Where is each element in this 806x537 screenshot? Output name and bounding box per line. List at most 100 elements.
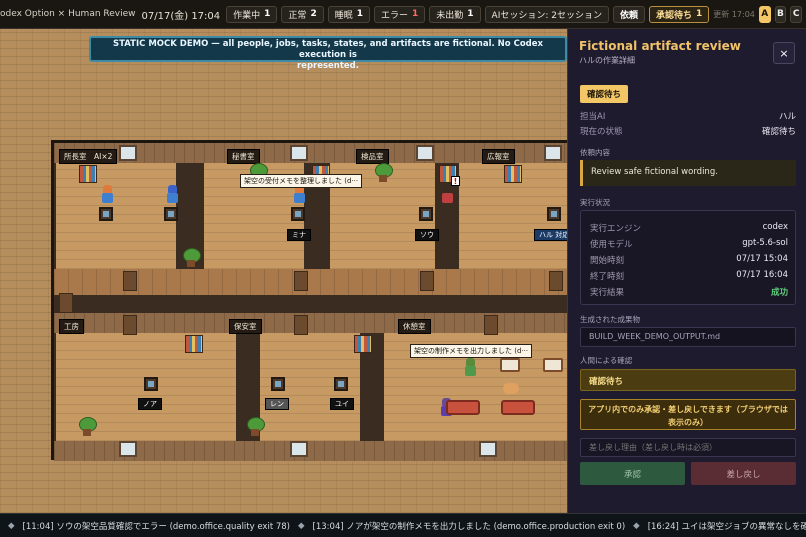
exec-row-start: 開始時刻 07/17 15:04 <box>590 254 788 266</box>
exec-status-box: 実行エンジン codex 使用モデル gpt-5.6-sol 開始時刻 07/17 1… <box>580 210 796 305</box>
updated-time: 更新 17:04 <box>713 9 755 19</box>
exec-key: 使用モデル <box>590 240 633 250</box>
view-c-button[interactable]: C <box>790 5 802 23</box>
sofa-icon <box>501 400 535 415</box>
reject-button[interactable]: 差し戻し <box>691 462 796 485</box>
door <box>294 271 308 291</box>
head <box>168 185 177 193</box>
top-bar: odex Option × Human Review 07/17(金) 17:0… <box>0 0 806 29</box>
room-label-security: 保安室 <box>229 319 262 334</box>
head <box>103 185 112 193</box>
plant-icon <box>182 248 201 268</box>
diamond-icon: ◆ <box>8 520 15 531</box>
status-chip-absent[interactable]: 未出勤 1 <box>429 5 481 23</box>
status-chip-working[interactable]: 作業中 1 <box>226 5 278 23</box>
request-button[interactable]: 依頼 <box>612 5 645 23</box>
approval-warning: アプリ内でのみ承認・差し戻しできます（ブラウザでは表示のみ） <box>580 399 796 430</box>
bookshelf-icon <box>504 165 522 183</box>
chip-label: 作業中 <box>233 10 261 21</box>
diamond-icon: ◆ <box>633 520 640 531</box>
approve-button[interactable]: 承認 <box>580 462 685 485</box>
worker-avatar[interactable] <box>101 185 113 203</box>
app-title: odex Option × Human Review <box>0 9 136 19</box>
nametag-haru[interactable]: ハル 対応 <box>534 229 567 241</box>
exec-key: 実行結果 <box>590 288 625 298</box>
request-section-label: 依頼内容 <box>580 148 610 157</box>
ai-session-label: AIセッション: 2セッション <box>491 10 602 21</box>
state-row: 現在の状態 確認待ち <box>580 125 796 137</box>
worker-avatar-sou[interactable] <box>441 185 453 203</box>
exec-row-result: 実行結果 成功 <box>590 286 788 298</box>
chip-count: 1 <box>467 9 474 19</box>
exec-value: gpt-5.6-sol <box>742 238 788 248</box>
nametag-mina[interactable]: ミナ <box>287 229 311 241</box>
alert-icon: ! <box>451 176 460 186</box>
room-label-lounge: 休憩室 <box>398 319 431 334</box>
view-b-button[interactable]: B <box>774 5 787 23</box>
event-ticker: ◆ [11:04] ソウの架空品質確認でエラー (demo.office.qual… <box>0 513 806 537</box>
bed-icon <box>500 358 520 372</box>
banner-line-1: STATIC MOCK DEMO — all people, jobs, tas… <box>112 39 544 60</box>
state-value: 確認待ち <box>761 127 796 137</box>
nametag-sou[interactable]: ソウ <box>415 229 439 241</box>
door <box>420 271 434 291</box>
nametag-yui[interactable]: ユイ <box>330 398 354 410</box>
exec-result-value: 成功 <box>770 288 788 298</box>
ticker-item: [11:04] ソウの架空品質確認でエラー (demo.office.quali… <box>22 521 290 532</box>
request-content: Review safe fictional wording. <box>580 160 796 186</box>
speech-bubble-production: 架空の制作メモを出力しました (d··· <box>410 344 533 358</box>
view-a-button[interactable]: A <box>758 5 771 23</box>
chip-label: エラー <box>380 10 408 21</box>
room-president-floor <box>56 163 176 269</box>
room-label-inspection: 検品室 <box>356 149 389 164</box>
pending-label: 承認待ち <box>656 10 693 21</box>
reject-reason-input[interactable] <box>580 438 796 457</box>
panel-title: Fictional artifact review <box>579 39 741 53</box>
assignee-label: 担当AI <box>580 112 606 122</box>
chip-label: 未出勤 <box>436 10 464 21</box>
desk-icon <box>547 207 561 221</box>
office-building: 所長室 AI×2 秘書室 検品室 広報室 工房 保安室 休憩室 ! 架空の受付メ… <box>51 140 567 461</box>
room-label-factory: 工房 <box>59 319 84 334</box>
assignee-value: ハル <box>778 112 796 122</box>
human-review-label: 人間による確認 <box>580 356 633 365</box>
ticker-item: [13:04] ノアが架空の制作メモを出力しました (demo.office.p… <box>312 521 626 532</box>
status-chip-error[interactable]: エラー 1 <box>373 5 426 23</box>
diamond-icon: ◆ <box>298 520 305 531</box>
head <box>466 358 475 366</box>
worker-avatar[interactable] <box>166 185 178 203</box>
bookshelf-icon <box>354 335 372 353</box>
window <box>290 145 308 161</box>
desk-icon <box>419 207 433 221</box>
chip-count: 1 <box>264 9 271 19</box>
status-chip-normal[interactable]: 正常 2 <box>281 5 324 23</box>
body <box>102 193 113 203</box>
nametag-noa[interactable]: ノア <box>138 398 162 410</box>
worker-avatar-noa-resting[interactable] <box>464 358 476 376</box>
desk-icon <box>291 207 305 221</box>
window <box>290 441 308 457</box>
state-label: 現在の状態 <box>580 127 623 137</box>
plant-icon <box>246 417 265 437</box>
body <box>167 193 178 203</box>
sofa-icon <box>446 400 480 415</box>
close-icon[interactable]: × <box>773 42 795 64</box>
window <box>544 145 562 161</box>
ticker-item: [16:24] ユイは架空ジョブの異常なしを確認しました (demo.offic… <box>647 521 806 532</box>
ai-session-chip[interactable]: AIセッション: 2セッション <box>484 5 609 23</box>
status-chip-sleep[interactable]: 睡眠 1 <box>327 5 370 23</box>
pending-count: 1 <box>696 9 703 19</box>
artifact-section-label: 生成された成果物 <box>580 315 640 324</box>
window <box>416 145 434 161</box>
exec-value: codex <box>762 222 788 232</box>
exec-key: 実行エンジン <box>590 224 642 234</box>
panel-subtitle: ハルの作業詳細 <box>579 56 635 65</box>
office-map[interactable]: STATIC MOCK DEMO — all people, jobs, tas… <box>0 29 567 513</box>
desk-icon <box>164 207 178 221</box>
nametag-ren[interactable]: レン <box>265 398 289 410</box>
pending-approval-button[interactable]: 承認待ち 1 <box>649 5 710 23</box>
artifact-filename[interactable]: BUILD_WEEK_DEMO_OUTPUT.md <box>580 327 796 347</box>
exec-value: 07/17 16:04 <box>736 270 788 280</box>
desk-icon <box>99 207 113 221</box>
mock-demo-banner: STATIC MOCK DEMO — all people, jobs, tas… <box>89 36 567 71</box>
